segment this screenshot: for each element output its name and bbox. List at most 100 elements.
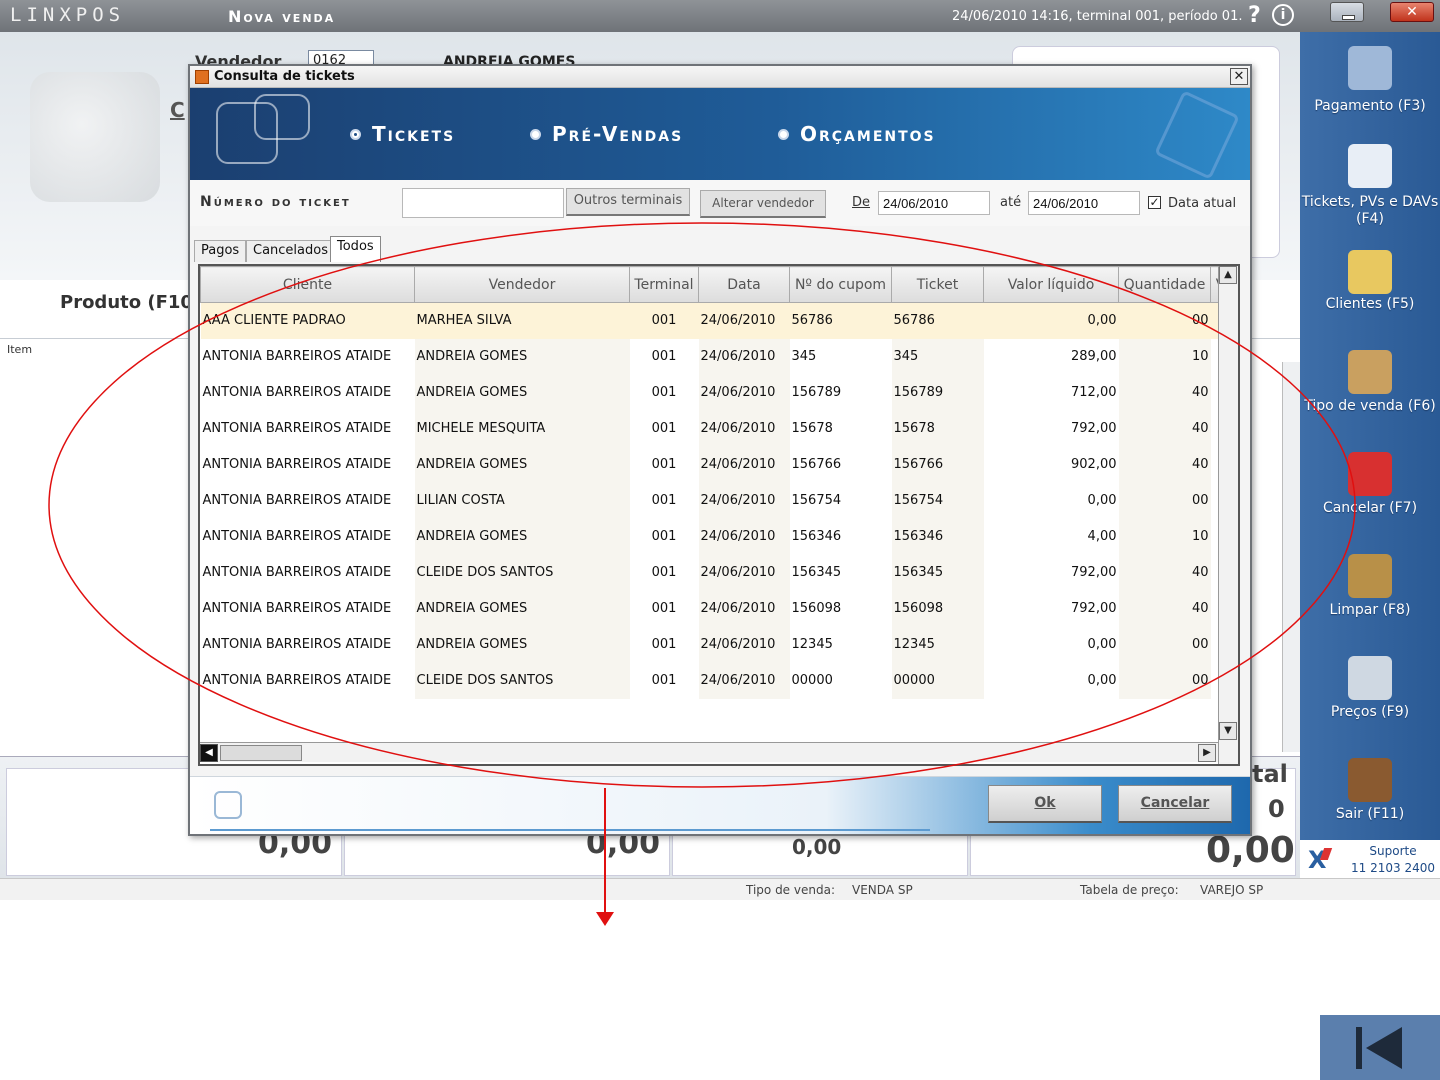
table-cell: ANTONIA BARREIROS ATAIDE (202, 601, 392, 616)
table-cell: 24/06/2010 (698, 626, 790, 663)
scroll-down-icon[interactable]: ▼ (1219, 722, 1237, 740)
table-cell: LILIAN COSTA (414, 482, 630, 519)
shopping-bag-icon (1348, 350, 1392, 394)
tab-cancelados[interactable]: Cancelados (246, 240, 335, 262)
documents-icon (1154, 90, 1240, 180)
table-cell: 00 (1118, 626, 1211, 663)
table-cell: 156766 (791, 457, 842, 472)
back-to-start-button[interactable] (1320, 1015, 1440, 1080)
column-header-vendedor[interactable]: Vendedor (414, 266, 630, 303)
cliente-label[interactable]: C (170, 98, 185, 122)
table-cell: 56786 (891, 302, 984, 339)
total-value: 0,00 (1206, 830, 1295, 871)
current-date-checkbox[interactable]: ✓ (1148, 196, 1161, 209)
table-row[interactable]: ANTONIA BARREIROS ATAIDE ANDREIA GOMES 001… (201, 590, 1231, 627)
column-header-cliente[interactable]: Cliente (200, 266, 415, 303)
scroll-left-icon[interactable]: ◀ (200, 744, 218, 762)
info-icon[interactable]: i (1272, 4, 1294, 26)
prices-button[interactable]: Preços (F9) (1300, 648, 1440, 744)
table-cell: 156754 (891, 482, 984, 519)
table-cell: ANTONIA BARREIROS ATAIDE (202, 421, 392, 436)
table-cell: 24/06/2010 (698, 446, 790, 483)
table-cell: 4,00 (1087, 529, 1117, 544)
table-row[interactable]: ANTONIA BARREIROS ATAIDE ANDREIA GOMES 001… (201, 446, 1231, 483)
produto-label[interactable]: Produto (F10 (60, 292, 193, 313)
sidebar-item-label: Pagamento (F3) (1314, 98, 1426, 114)
column-header-ticket[interactable]: Ticket (891, 266, 984, 303)
tipo-venda-label: Tipo de venda: (746, 883, 835, 897)
column-header-quantidade[interactable]: Quantidade (1118, 266, 1211, 303)
table-cell: 24/06/2010 (698, 518, 790, 555)
ok-button[interactable]: Ok (988, 785, 1102, 823)
magnifier-price-icon (1348, 656, 1392, 700)
table-row[interactable]: ANTONIA BARREIROS ATAIDE CLEIDE DOS SANTO… (201, 554, 1231, 591)
table-cell: 24/06/2010 (698, 338, 790, 375)
table-cell: 56786 (789, 302, 892, 339)
grid-vertical-scrollbar[interactable]: ▲ ▼ (1218, 266, 1238, 764)
table-cell: ANTONIA BARREIROS ATAIDE (202, 349, 392, 364)
tickets-button[interactable]: Tickets, PVs e DAVs (F4) (1300, 136, 1440, 232)
table-row[interactable]: ANTONIA BARREIROS ATAIDE LILIAN COSTA 001 2… (201, 482, 1231, 519)
scroll-right-icon[interactable]: ▶ (1198, 744, 1216, 762)
table-row[interactable]: ANTONIA BARREIROS ATAIDE ANDREIA GOMES 001… (201, 518, 1231, 555)
table-cell: 24/06/2010 (698, 590, 790, 627)
watermark-logo-icon (30, 72, 160, 202)
table-cell: 792,00 (1071, 601, 1117, 616)
exit-button[interactable]: Sair (F11) (1300, 750, 1440, 846)
table-row[interactable]: AAA CLIENTE PADRAO MARHEA SILVA 001 24/06/2… (200, 302, 1231, 339)
clients-folder-icon (1348, 250, 1392, 294)
skip-back-icon (1366, 1027, 1402, 1069)
help-icon[interactable]: ? (1248, 3, 1261, 28)
pos-application: LINXPOS Nova venda 24/06/2010 14:16, ter… (0, 0, 1440, 1080)
sale-type-button[interactable]: Tipo de venda (F6) (1300, 342, 1440, 438)
close-window-button[interactable]: ✕ (1390, 2, 1434, 22)
table-cell: 12345 (891, 626, 984, 663)
column-header-terminal[interactable]: Terminal (629, 266, 699, 303)
footer-decoration (214, 791, 242, 819)
scroll-thumb[interactable] (220, 745, 302, 761)
payment-button[interactable]: Pagamento (F3) (1300, 38, 1440, 134)
table-cell: 15678 (791, 421, 833, 436)
date-to-label: até (1000, 195, 1022, 210)
table-row[interactable]: ANTONIA BARREIROS ATAIDE ANDREIA GOMES 001… (201, 374, 1231, 411)
cancel-button[interactable]: Cancelar (1118, 785, 1232, 823)
sidebar-item-label: Cancelar (F7) (1322, 500, 1418, 516)
grid-horizontal-scrollbar[interactable]: ◀ ▶ (200, 742, 1218, 762)
function-sidebar: Pagamento (F3) Tickets, PVs e DAVs (F4) … (1300, 32, 1440, 878)
table-cell: ANTONIA BARREIROS ATAIDE (202, 457, 392, 472)
column-header-cupom[interactable]: Nº do cupom (789, 266, 892, 303)
scroll-up-icon[interactable]: ▲ (1219, 266, 1237, 284)
tab-pagos[interactable]: Pagos (194, 240, 247, 262)
table-row[interactable]: ANTONIA BARREIROS ATAIDE MICHELE MESQUITA… (201, 410, 1231, 447)
radio-unselected-icon (530, 129, 541, 140)
table-row[interactable]: ANTONIA BARREIROS ATAIDE ANDREIA GOMES 001… (201, 338, 1231, 375)
table-row[interactable]: ANTONIA BARREIROS ATAIDE ANDREIA GOMES 001… (201, 626, 1231, 663)
table-cell: 40 (1118, 410, 1211, 447)
date-from-input[interactable] (878, 191, 990, 215)
sidebar-item-label: Preços (F9) (1330, 704, 1410, 720)
change-seller-button[interactable]: Alterar vendedor (700, 190, 826, 218)
table-row[interactable]: ANTONIA BARREIROS ATAIDE CLEIDE DOS SANTO… (201, 662, 1231, 699)
table-cell: 15678 (891, 410, 984, 447)
clients-button[interactable]: Clientes (F5) (1300, 242, 1440, 338)
table-cell: 00000 (791, 673, 833, 688)
sidebar-item-label: Tipo de venda (F6) (1304, 398, 1436, 414)
dialog-app-icon (195, 70, 209, 84)
option-label: Pré-Vendas (552, 122, 684, 146)
ticket-number-input[interactable] (402, 188, 564, 218)
table-cell: 10 (1118, 338, 1211, 375)
table-cell: 001 (651, 349, 677, 364)
minimize-button[interactable] (1330, 2, 1364, 22)
dialog-close-button[interactable]: ✕ (1230, 68, 1248, 85)
clear-button[interactable]: Limpar (F8) (1300, 546, 1440, 642)
exit-door-icon (1348, 758, 1392, 802)
tab-todos[interactable]: Todos (330, 236, 381, 262)
date-to-input[interactable] (1028, 191, 1140, 215)
cancel-sale-button[interactable]: Cancelar (F7) (1300, 444, 1440, 540)
column-header-data[interactable]: Data (698, 266, 790, 303)
items-scrollbar[interactable] (1282, 362, 1300, 752)
tipo-venda-value: VENDA SP (852, 883, 913, 897)
table-cell: 001 (651, 385, 677, 400)
other-terminals-button[interactable]: Outros terminais (566, 188, 690, 216)
column-header-valor[interactable]: Valor líquido (983, 266, 1119, 303)
